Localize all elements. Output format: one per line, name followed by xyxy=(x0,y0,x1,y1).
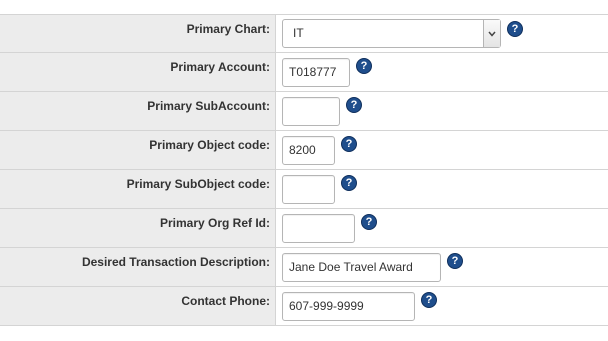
form-row-primary-subobject-code: Primary SubObject code: ? xyxy=(0,170,608,209)
primary-subobject-code-input[interactable] xyxy=(282,175,335,204)
help-icon[interactable]: ? xyxy=(421,292,437,308)
help-icon[interactable]: ? xyxy=(341,136,357,152)
help-icon[interactable]: ? xyxy=(507,21,523,37)
help-icon[interactable]: ? xyxy=(356,58,372,74)
field-label: Primary SubObject code: xyxy=(0,170,276,208)
chevron-down-icon[interactable] xyxy=(483,20,500,47)
field-label: Primary Chart: xyxy=(0,15,276,52)
help-icon[interactable]: ? xyxy=(341,175,357,191)
field-label: Primary Account: xyxy=(0,53,276,91)
form-row-primary-account: Primary Account: T018777 ? xyxy=(0,53,608,92)
contact-phone-input[interactable]: 607-999-9999 xyxy=(282,292,415,321)
primary-object-code-input[interactable]: 8200 xyxy=(282,136,335,165)
primary-account-input[interactable]: T018777 xyxy=(282,58,350,87)
help-icon[interactable]: ? xyxy=(447,253,463,269)
select-value: IT xyxy=(293,26,304,40)
primary-chart-select[interactable]: IT xyxy=(282,19,501,48)
form-row-primary-subaccount: Primary SubAccount: ? xyxy=(0,92,608,131)
form-row-primary-chart: Primary Chart: IT ? xyxy=(0,15,608,53)
help-icon[interactable]: ? xyxy=(361,214,377,230)
transaction-description-input[interactable]: Jane Doe Travel Award xyxy=(282,253,441,282)
field-label: Desired Transaction Description: xyxy=(0,248,276,286)
account-form: Primary Chart: IT ? Primary Account: T01… xyxy=(0,14,608,326)
field-label: Contact Phone: xyxy=(0,287,276,325)
form-row-transaction-description: Desired Transaction Description: Jane Do… xyxy=(0,248,608,287)
form-row-primary-org-ref-id: Primary Org Ref Id: ? xyxy=(0,209,608,248)
form-row-contact-phone: Contact Phone: 607-999-9999 ? xyxy=(0,287,608,326)
form-row-primary-object-code: Primary Object code: 8200 ? xyxy=(0,131,608,170)
field-label: Primary Org Ref Id: xyxy=(0,209,276,247)
field-label: Primary SubAccount: xyxy=(0,92,276,130)
primary-subaccount-input[interactable] xyxy=(282,97,340,126)
help-icon[interactable]: ? xyxy=(346,97,362,113)
field-label: Primary Object code: xyxy=(0,131,276,169)
primary-org-ref-id-input[interactable] xyxy=(282,214,355,243)
